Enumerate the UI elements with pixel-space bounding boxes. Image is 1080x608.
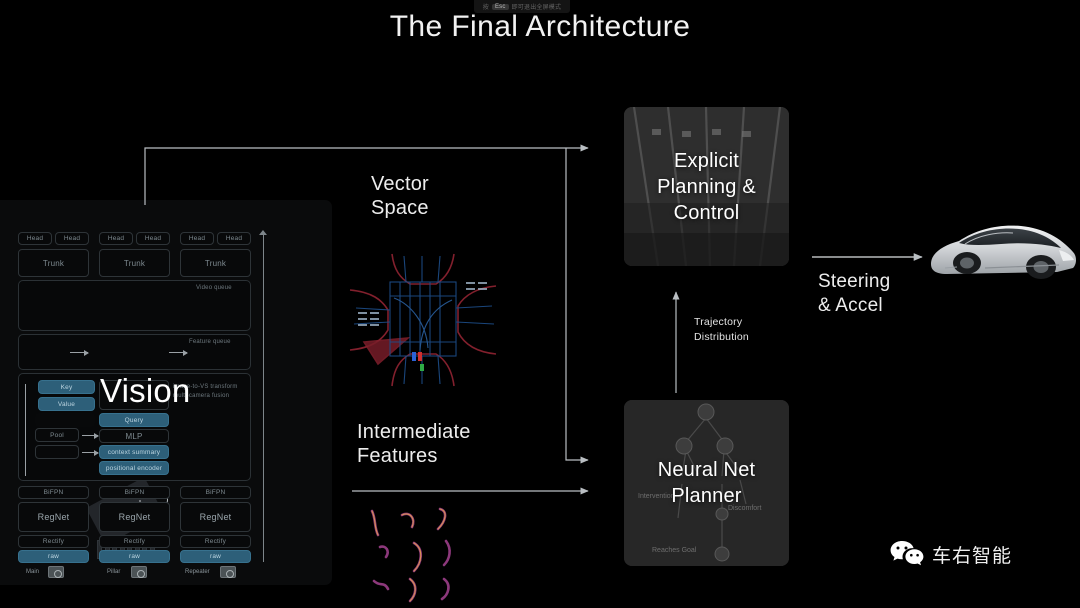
explicit-line2: Planning & [657,175,756,198]
vehicle-illustration [931,225,1076,279]
vectorspace-to-nnplanner-path [565,148,589,464]
trunk-block: Trunk [18,249,89,277]
wechat-icon [890,541,924,566]
regnet-block: RegNet [180,502,251,532]
head-block: Head [99,232,133,245]
neural-net-planner-text: Neural Net Planner [658,457,756,509]
steering-accel-label: Steering & Accel [818,270,890,319]
vector-space-line2: Space [371,197,429,220]
neural-net-planner-stage[interactable]: Intervention Discomfort Reaches Goal Neu… [624,400,789,566]
watermark: 车右智能 [890,540,1012,568]
vector-space-label: Vector Space [371,172,429,221]
intermediate-features-line2: Features [357,445,438,468]
raw-block: raw [99,550,170,563]
mlp-block: MLP [99,429,169,443]
head-block: Head [217,232,251,245]
vision-feedback-arrow [259,230,267,235]
video-queue-label: Video queue [196,285,232,291]
intermediate-features-label: Intermediate Features [357,420,471,469]
nnp-line1: Neural Net [657,459,756,481]
rectify-block: Rectify [18,535,89,548]
feature-queue-label: Feature queue [189,339,231,345]
camera-label-repeater: Repeater [185,569,210,575]
attention-spacer [35,413,95,427]
positional-encoder-block: positional encoder [99,461,169,475]
rectify-block: Rectify [99,535,170,548]
pool-block: Pool [35,428,79,442]
nnp-line2: Planner [671,485,742,507]
bifpn-block: BiFPN [18,486,89,499]
raw-block: raw [18,550,89,563]
key-block: Key [38,380,95,394]
regnet-block: RegNet [18,502,89,532]
camera-icon [220,566,236,578]
raw-input-block [35,445,79,459]
vision-overlay-label: Vision [100,372,191,409]
head-block: Head [136,232,170,245]
trajectory-line1: Trajectory [694,316,743,328]
trunk-block: Trunk [99,249,170,277]
camera-icon [48,566,64,578]
head-block: Head [180,232,214,245]
trajectory-distribution-label: Trajectory Distribution [694,315,749,345]
intermediate-features-line1: Intermediate [357,421,471,443]
fullscreen-hint-key: Esc [491,3,509,10]
svg-text:Reaches Goal: Reaches Goal [652,547,697,554]
rectify-block: Rectify [180,535,251,548]
value-block: Value [38,397,95,411]
steering-line1: Steering [818,271,891,292]
vision-to-vectorspace-path [144,144,589,205]
explicit-line1: Explicit [674,149,739,172]
head-block: Head [55,232,89,245]
watermark-text: 车右智能 [932,545,1013,567]
vector-space-graphic [349,253,497,387]
trunk-block: Trunk [180,249,251,277]
camera-label-pillar: Pillar [107,569,121,575]
explicit-line3: Control [673,201,740,224]
vector-space-line1: Vector [371,173,429,195]
vision-feedback-line [263,234,264,562]
camera-label-main: Main [26,569,40,575]
explicit-planning-stage[interactable]: Explicit Planning & Control [624,107,789,266]
feature-queue-in-arrow [70,349,89,356]
camera-icon [131,566,147,578]
trajectory-line2: Distribution [694,331,749,344]
regnet-block: RegNet [99,502,170,532]
explicit-planning-text: Explicit Planning & Control [657,148,756,226]
bifpn-block: BiFPN [99,486,170,499]
query-block: Query [99,413,169,427]
attention-bus-line [25,384,26,476]
encoder-arrow [82,449,99,456]
intermediate-features-graphic [370,507,451,603]
pool-arrow [82,432,99,439]
slide-root: 按 Esc 即可退出全屏模式 The Final Architecture He… [0,0,1080,608]
page-title: The Final Architecture [389,10,691,43]
steering-line2: & Accel [818,295,883,317]
feature-queue-out-arrow [169,349,188,356]
head-block: Head [18,232,52,245]
context-summary-block: context summary [99,445,169,459]
bifpn-block: BiFPN [180,486,251,499]
raw-block: raw [180,550,251,563]
